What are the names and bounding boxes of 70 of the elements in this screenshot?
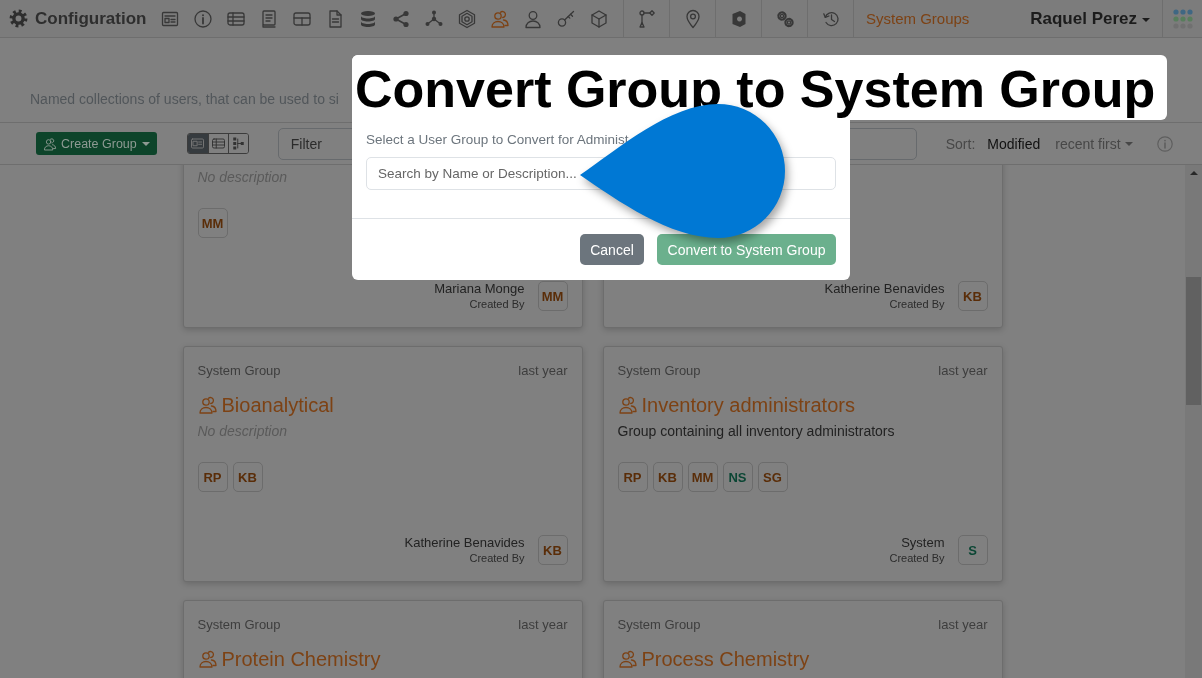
caret-icon <box>1142 18 1150 22</box>
modified-time: last year <box>518 362 568 380</box>
creator-name: Katherine Benavides <box>824 280 945 297</box>
table-icon <box>210 136 226 151</box>
creator-avatar: MM <box>537 281 568 311</box>
member-avatar: RP <box>617 462 648 492</box>
scrollbar[interactable] <box>1185 165 1202 678</box>
tree-icon <box>230 136 246 151</box>
created-by-label: Created By <box>889 551 945 566</box>
created-by-label: Created By <box>469 297 525 312</box>
users-icon <box>197 395 218 415</box>
user-icon[interactable] <box>522 8 543 29</box>
user-menu-button[interactable]: Raquel Perez <box>1030 8 1162 29</box>
group-title-link[interactable]: Bioanalytical <box>197 393 334 417</box>
member-avatar: RP <box>197 462 228 492</box>
modified-time: last year <box>938 616 988 634</box>
group-title-link[interactable]: Process Chemistry <box>617 647 810 671</box>
key-icon[interactable] <box>555 8 576 29</box>
creator-avatar: KB <box>537 535 568 565</box>
creator-avatar: KB <box>957 281 988 311</box>
scroll-up-icon[interactable] <box>1189 171 1198 175</box>
cancel-button[interactable]: Cancel <box>580 234 644 265</box>
caret-icon <box>141 141 150 146</box>
share-icon[interactable] <box>390 8 411 29</box>
group-type-label: System Group <box>197 616 281 634</box>
member-avatar: MM <box>687 462 718 492</box>
group-type-label: System Group <box>197 362 281 380</box>
settings-icon[interactable] <box>8 8 29 29</box>
users-icon <box>197 649 218 669</box>
caret-icon <box>1124 141 1133 146</box>
sort-label: Sort: <box>945 135 976 152</box>
current-page-link[interactable]: System Groups <box>866 10 970 27</box>
sort-order-dropdown[interactable]: recent first <box>1055 135 1133 152</box>
sort-field-link[interactable]: Modified <box>987 135 1041 152</box>
creator-name: Mariana Monge <box>434 280 525 297</box>
field-label: Select a User Group to Convert for Administ <box>366 131 629 149</box>
created-by-label: Created By <box>889 297 945 312</box>
users-icon <box>617 649 638 669</box>
users-icon[interactable] <box>489 8 510 29</box>
creator-name: System <box>901 534 945 551</box>
gears-icon[interactable] <box>774 8 795 29</box>
info-icon[interactable] <box>192 8 213 29</box>
cube-icon[interactable] <box>588 8 609 29</box>
hexagon-icon[interactable] <box>456 8 477 29</box>
group-title-link[interactable]: Protein Chemistry <box>197 647 381 671</box>
member-avatar: MM <box>197 208 228 238</box>
member-avatar: KB <box>232 462 263 492</box>
view-toggle-button[interactable] <box>187 134 208 153</box>
member-avatar: NS <box>722 462 753 492</box>
create-group-button[interactable]: Create Group <box>36 132 157 155</box>
group-title-link[interactable]: Inventory administrators <box>617 393 855 417</box>
card-list-icon <box>190 136 206 151</box>
creator-name: Katherine Benavides <box>404 534 525 551</box>
creator-avatar: S <box>957 535 988 565</box>
group-type-label: System Group <box>617 616 701 634</box>
info-icon[interactable] <box>1155 134 1174 153</box>
modified-time: last year <box>938 362 988 380</box>
group-description: Group containing all inventory administrators <box>617 423 895 439</box>
users-icon <box>617 395 638 415</box>
app-title: Configuration <box>35 8 147 29</box>
modified-time: last year <box>518 616 568 634</box>
users-icon <box>43 136 57 151</box>
nodes-icon[interactable] <box>423 8 444 29</box>
branch-icon[interactable] <box>636 8 657 29</box>
group-type-label: System Group <box>617 362 701 380</box>
scrollbar-thumb[interactable] <box>1186 277 1201 405</box>
member-avatar: SG <box>757 462 788 492</box>
dialog-title: Convert Group to System Group <box>352 55 1168 120</box>
created-by-label: Created By <box>469 551 525 566</box>
member-avatar: KB <box>652 462 683 492</box>
